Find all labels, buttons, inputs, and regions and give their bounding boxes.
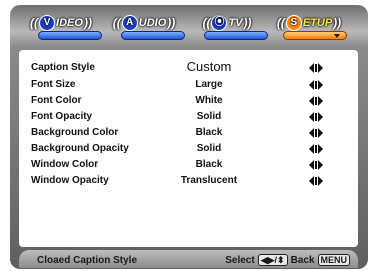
tab-audio-bar [121,31,185,40]
tab-setup-label: ETUP [302,17,333,29]
setting-row-window-opacity[interactable]: Window Opacity Translucent [19,173,358,189]
left-right-arrows-icon[interactable] [309,128,323,138]
footer-bar: Cloaed Caption Style Select ◀▶/⬍ Back ME… [19,250,358,268]
tab-tv-label: TV [228,17,243,29]
left-right-arrows-icon[interactable] [309,144,323,154]
menu-key-icon: MENU [317,254,350,266]
setting-value: White [195,95,223,106]
setting-value: Solid [196,111,222,122]
setting-value: Solid [196,143,222,154]
setting-label: Font Opacity [31,111,93,122]
setting-label: Font Size [31,79,76,90]
setting-value: Black [195,159,223,170]
setting-row-caption-style[interactable]: Caption Style Custom [19,59,358,76]
left-right-arrows-icon[interactable] [309,112,323,122]
setting-value: Custom [186,59,232,74]
setting-row-background-opacity[interactable]: Background Opacity Solid [19,141,358,157]
setting-label: Background Opacity [31,143,129,154]
setting-label: Window Opacity [31,175,109,186]
setting-value: Translucent [180,175,238,186]
setting-label: Caption Style [31,62,95,73]
setup-circle-icon: S [285,15,302,31]
footer-hints: Select ◀▶/⬍ Back MENU [225,254,350,266]
left-right-arrows-icon[interactable] [309,176,323,186]
select-key-icon: ◀▶/⬍ [257,254,288,266]
setting-value: Large [195,79,223,90]
setting-label: Background Color [31,127,119,138]
select-hint-label: Select [225,254,255,266]
setting-row-background-color[interactable]: Background Color Black [19,125,358,141]
left-right-arrows-icon[interactable] [309,63,323,73]
tab-audio-label: UDIO [138,17,167,29]
tv-circle-icon: ⦿ [211,15,228,31]
settings-panel: Caption Style Custom Font Size Large Fon… [19,50,358,247]
left-right-arrows-icon[interactable] [309,96,323,106]
setting-label: Font Color [31,95,82,106]
tab-video-label: IDEO [56,17,83,29]
setting-value: Black [195,127,223,138]
setting-row-font-opacity[interactable]: Font Opacity Solid [19,109,358,125]
tab-tv-bar [204,31,268,40]
left-right-arrows-icon[interactable] [309,80,323,90]
setting-row-font-size[interactable]: Font Size Large [19,77,358,93]
audio-circle-icon: A [121,15,138,31]
tab-setup-bar [283,31,347,40]
setting-label: Window Color [31,159,99,170]
footer-title: Cloaed Caption Style [37,255,138,266]
setting-row-font-color[interactable]: Font Color White [19,93,358,109]
left-right-arrows-icon[interactable] [309,160,323,170]
tab-video-bar [38,31,102,40]
back-hint-label: Back [290,254,315,266]
setting-row-window-color[interactable]: Window Color Black [19,157,358,173]
video-circle-icon: V [39,15,56,31]
